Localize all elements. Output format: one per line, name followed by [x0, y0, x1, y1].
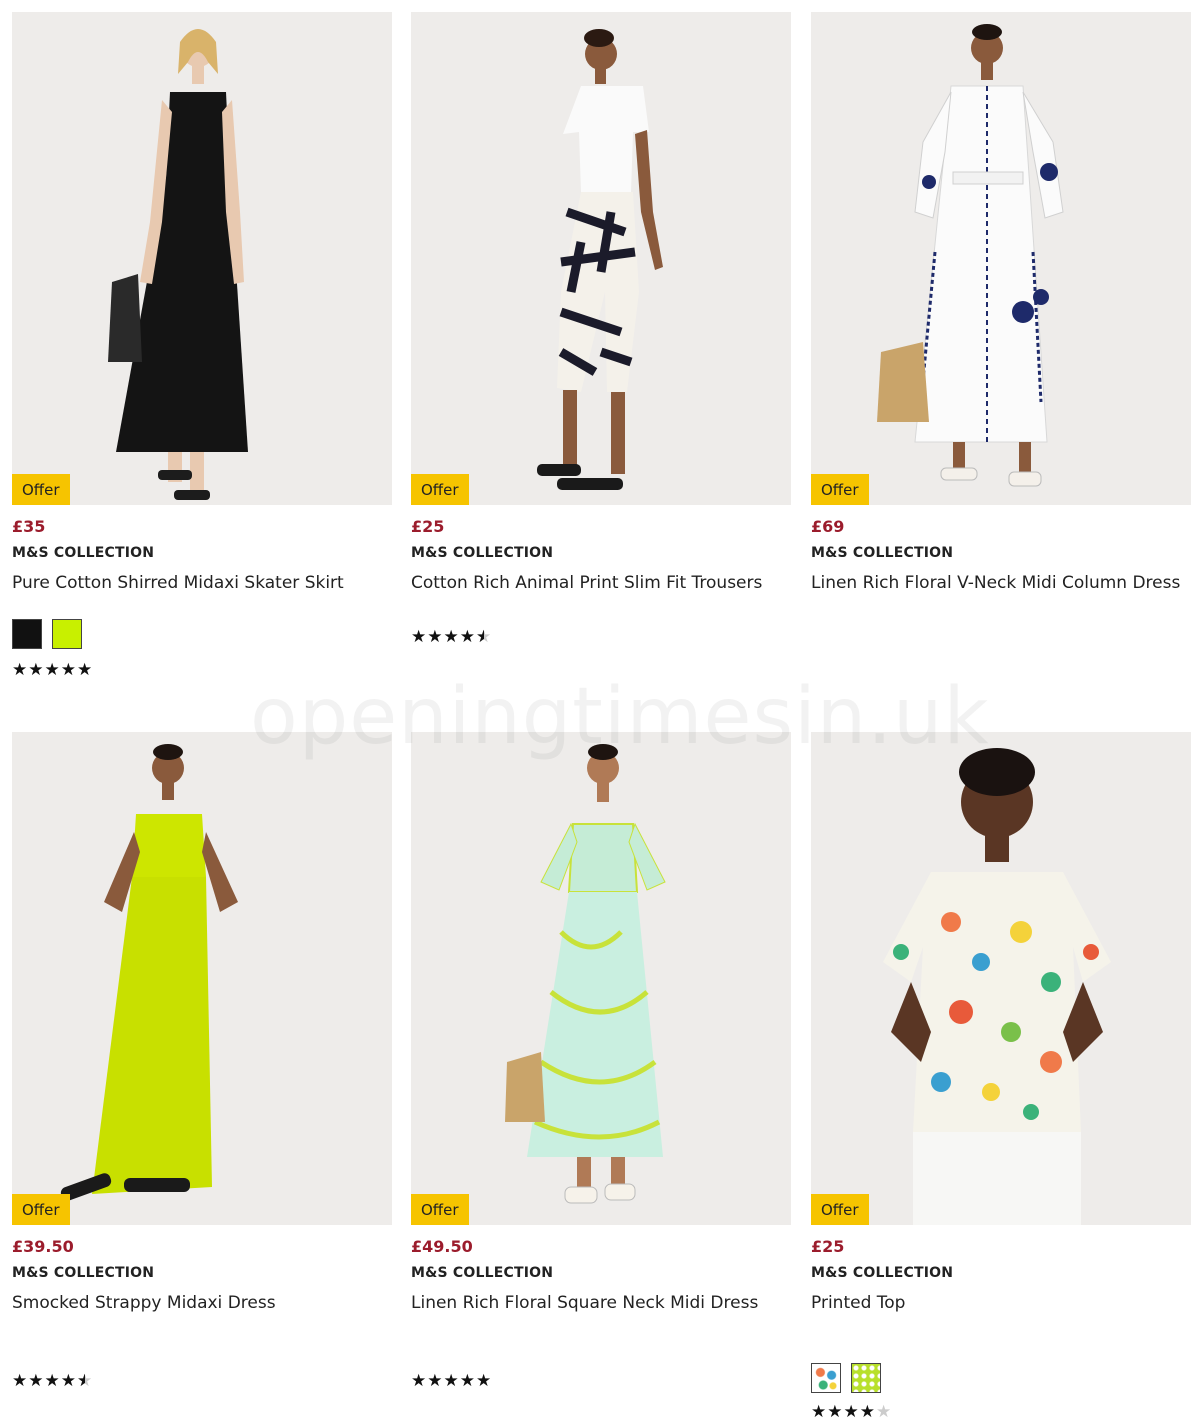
swatch-floral-multi[interactable] [811, 1363, 841, 1393]
empty-star-icon: ★ [876, 1402, 892, 1422]
product-title[interactable]: Linen Rich Floral V-Neck Midi Column Dre… [811, 569, 1181, 597]
star-icon: ★ [476, 1371, 492, 1391]
star-icon: ★ [60, 660, 76, 680]
star-icon: ★ [44, 1371, 60, 1391]
product-brand: M&S COLLECTION [411, 545, 554, 561]
star-icon: ★ [459, 1371, 475, 1391]
product-card[interactable]: Offer £49.50 M&S COLLECTION Linen Rich F… [411, 732, 791, 1390]
star-icon: ★ [811, 1402, 827, 1422]
star-icon: ★ [60, 1371, 76, 1391]
product-price: £49.50 [411, 1237, 473, 1256]
product-title[interactable]: Printed Top [811, 1289, 1181, 1317]
swatch-dot-lime[interactable] [851, 1363, 881, 1393]
offer-badge: Offer [12, 474, 70, 505]
product-price: £39.50 [12, 1237, 74, 1256]
product-brand: M&S COLLECTION [411, 1265, 554, 1281]
half-star-icon: ★ [77, 1372, 92, 1390]
product-brand: M&S COLLECTION [811, 545, 954, 561]
product-image[interactable]: Offer [811, 732, 1191, 1225]
product-card[interactable]: Offer £35 M&S COLLECTION Pure Cotton Shi… [12, 12, 392, 679]
star-icon: ★ [827, 1402, 843, 1422]
swatch-black[interactable] [12, 619, 42, 649]
star-rating: ★ ★ ★ ★ ★ [12, 1372, 392, 1390]
product-brand: M&S COLLECTION [12, 545, 155, 561]
offer-badge: Offer [811, 1194, 869, 1225]
colour-swatches [811, 1363, 1191, 1393]
star-icon: ★ [843, 1402, 859, 1422]
star-rating: ★ ★ ★ ★ ★ [12, 661, 392, 679]
product-title[interactable]: Linen Rich Floral Square Neck Midi Dress [411, 1289, 781, 1317]
product-brand: M&S COLLECTION [12, 1265, 155, 1281]
product-brand: M&S COLLECTION [811, 1265, 954, 1281]
star-icon: ★ [443, 1371, 459, 1391]
offer-badge: Offer [411, 474, 469, 505]
star-rating: ★ ★ ★ ★ ★ [411, 628, 791, 646]
product-image[interactable]: Offer [411, 12, 791, 505]
star-rating: ★ ★ ★ ★ ★ [411, 1372, 791, 1390]
star-icon: ★ [28, 1371, 44, 1391]
product-title[interactable]: Pure Cotton Shirred Midaxi Skater Skirt [12, 569, 382, 597]
product-image[interactable]: Offer [12, 732, 392, 1225]
offer-badge: Offer [811, 474, 869, 505]
product-title[interactable]: Cotton Rich Animal Print Slim Fit Trouse… [411, 569, 781, 597]
star-icon: ★ [411, 627, 427, 647]
star-icon: ★ [28, 660, 44, 680]
product-card[interactable]: Offer £69 M&S COLLECTION Linen Rich Flor… [811, 12, 1191, 597]
star-icon: ★ [12, 660, 28, 680]
star-icon: ★ [12, 1371, 28, 1391]
product-title[interactable]: Smocked Strappy Midaxi Dress [12, 1289, 382, 1317]
product-price: £25 [811, 1237, 845, 1256]
star-icon: ★ [459, 627, 475, 647]
swatch-lime[interactable] [52, 619, 82, 649]
star-icon: ★ [44, 660, 60, 680]
product-card[interactable]: Offer £25 M&S COLLECTION Cotton Rich Ani… [411, 12, 791, 646]
product-price: £25 [411, 517, 445, 536]
star-rating: ★ ★ ★ ★ ★ [811, 1403, 1191, 1421]
product-price: £69 [811, 517, 845, 536]
star-icon: ★ [443, 627, 459, 647]
product-image[interactable]: Offer [411, 732, 791, 1225]
half-star-icon: ★ [476, 628, 491, 646]
offer-badge: Offer [411, 1194, 469, 1225]
star-icon: ★ [427, 627, 443, 647]
star-icon: ★ [859, 1402, 875, 1422]
product-image[interactable]: Offer [12, 12, 392, 505]
offer-badge: Offer [12, 1194, 70, 1225]
star-icon: ★ [427, 1371, 443, 1391]
colour-swatches [12, 619, 392, 649]
star-icon: ★ [411, 1371, 427, 1391]
product-price: £35 [12, 517, 46, 536]
star-icon: ★ [77, 660, 93, 680]
product-card[interactable]: Offer £39.50 M&S COLLECTION Smocked Stra… [12, 732, 392, 1390]
product-image[interactable]: Offer [811, 12, 1191, 505]
product-card[interactable]: Offer £25 M&S COLLECTION Printed Top ★ ★ ★… [811, 732, 1191, 1421]
